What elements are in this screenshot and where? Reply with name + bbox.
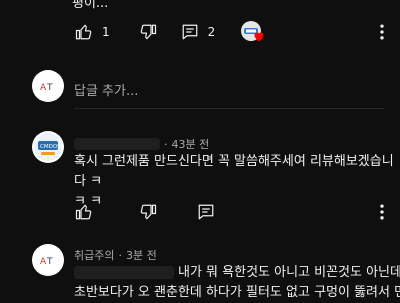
- reply-button[interactable]: [178, 20, 202, 44]
- comment-avatar[interactable]: AT: [32, 244, 64, 276]
- svg-text:A: A: [40, 83, 47, 92]
- dislike-button[interactable]: [136, 200, 160, 224]
- avatar-text: CMDOS: [40, 144, 61, 150]
- comment-author[interactable]: 취급주의: [74, 247, 114, 263]
- thumbs-up-icon: [75, 24, 92, 40]
- top-comment-cut-text: 평이...: [72, 0, 109, 11]
- creator-heart: [241, 20, 267, 44]
- comment-line: 초반보다가 오 괜춘한데 하다가 필터도 없고 구멍이 뚫려서 먼지: [74, 285, 400, 300]
- dislike-button[interactable]: [136, 20, 160, 44]
- comment-header: 취급주의 · 3분 전: [74, 247, 157, 263]
- comment-time[interactable]: 3분 전: [126, 247, 157, 263]
- top-comment-actions: 1 2: [72, 20, 267, 44]
- reply-button[interactable]: [194, 200, 218, 224]
- more-vert-icon: [380, 204, 384, 220]
- comment-time[interactable]: 43분 전: [172, 136, 210, 152]
- comment-line: 내가 뭐 욕한것도 아니고 비꼰것도 아닌데: [178, 265, 400, 280]
- comment-icon: [198, 204, 214, 220]
- like-button[interactable]: [72, 20, 96, 44]
- svg-text:T: T: [46, 83, 53, 92]
- svg-text:T: T: [46, 257, 53, 266]
- thumbs-down-icon: [140, 204, 157, 220]
- like-count: 1: [102, 25, 110, 39]
- comment-author[interactable]: [74, 138, 160, 150]
- reply-input[interactable]: 답글 추가...: [74, 80, 138, 99]
- comment-actions: [72, 200, 218, 224]
- svg-text:A: A: [40, 257, 47, 266]
- comment-avatar[interactable]: CMDOS: [32, 131, 64, 163]
- more-vert-icon: [380, 24, 384, 40]
- reply-input-placeholder: 답글 추가...: [74, 84, 139, 99]
- reply-input-underline: [74, 108, 384, 109]
- my-avatar: AT: [32, 70, 64, 102]
- comment-icon: [182, 24, 197, 40]
- thumbs-down-icon: [140, 24, 156, 40]
- redacted-mention: [74, 266, 174, 279]
- comment-line: 혹시 그런제품 만드신다면 꼭 말씀해주세여 리뷰해보겠습니다 ㅋ: [74, 154, 394, 189]
- like-button[interactable]: [72, 200, 96, 224]
- thumbs-up-icon: [75, 204, 92, 220]
- comment-header: · 43분 전: [74, 136, 209, 152]
- comment-more-button[interactable]: [372, 202, 392, 226]
- heart-icon: [254, 32, 264, 42]
- top-comment-more-button[interactable]: [372, 22, 392, 46]
- reply-count: 2: [207, 25, 216, 39]
